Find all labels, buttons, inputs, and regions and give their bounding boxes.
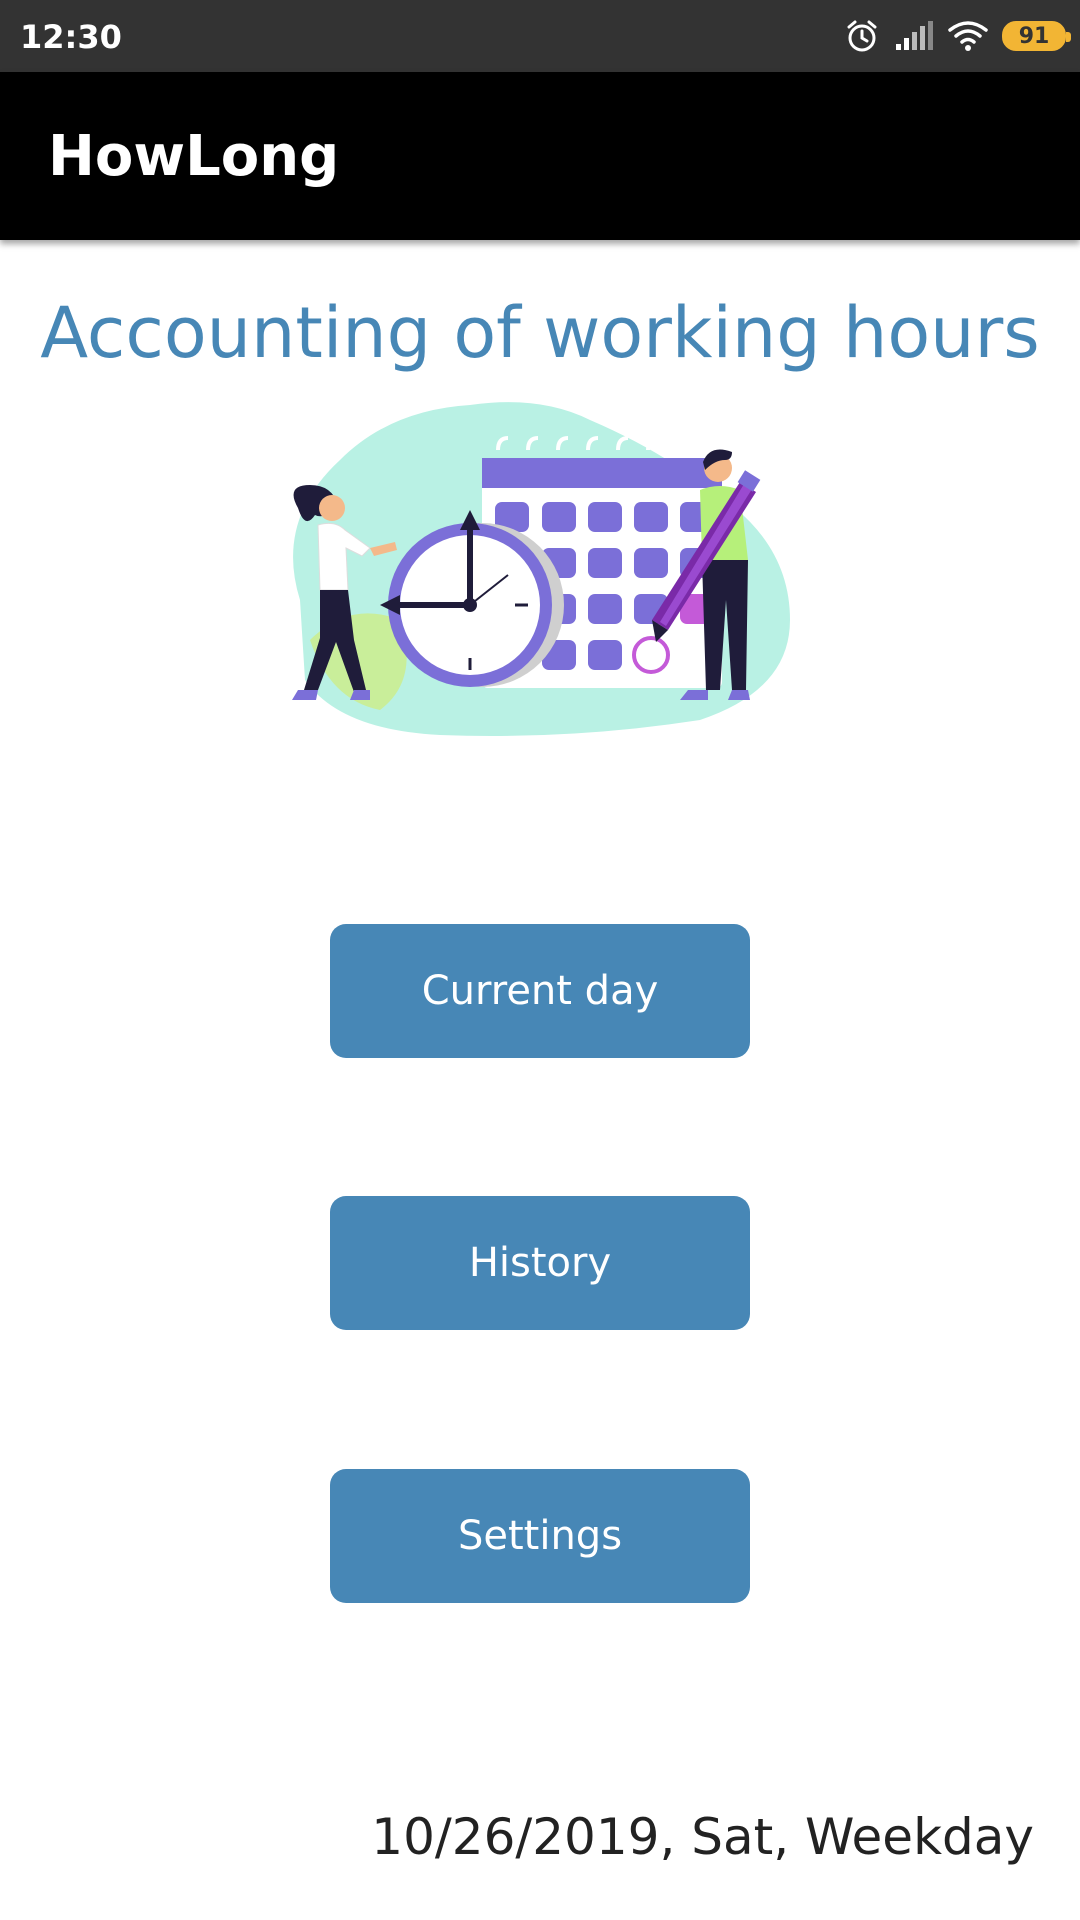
status-bar: 12:30 91 [0,0,1080,72]
settings-button[interactable]: Settings [330,1469,750,1603]
status-icons: 91 [844,16,1071,56]
alarm-icon [847,20,877,52]
page-headline: Accounting of working hours [40,292,1040,374]
battery-icon: 91 [1002,21,1071,51]
current-date-label: 10/26/2019, Sat, Weekday [371,1808,1034,1866]
history-button[interactable]: History [330,1196,750,1330]
calendar-clock-illustration [292,402,790,736]
status-time: 12:30 [20,18,122,56]
app-title: HowLong [48,124,340,189]
signal-icon [896,21,933,50]
current-day-button[interactable]: Current day [330,924,750,1058]
app-bar: HowLong [0,72,1080,240]
wifi-icon [948,21,988,51]
battery-level: 91 [1018,23,1050,49]
